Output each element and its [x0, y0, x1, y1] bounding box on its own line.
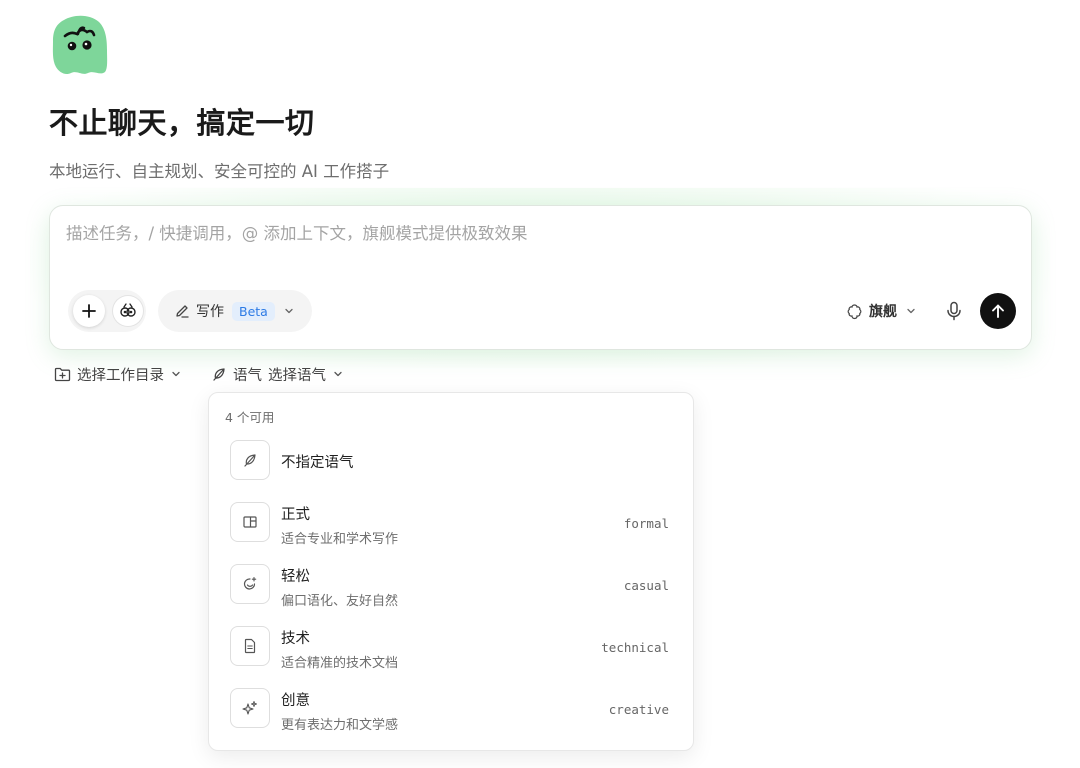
tone-option-title: 不指定语气: [281, 455, 354, 471]
task-input[interactable]: [66, 224, 1006, 243]
tone-option-description: 更有表达力和文学感: [281, 718, 399, 733]
flower-icon: [847, 303, 862, 319]
mode-selector[interactable]: 写作 Beta: [158, 290, 312, 332]
add-attachment-button[interactable]: [73, 295, 105, 327]
model-label: 旗舰: [869, 304, 897, 320]
tone-option-title: 正式: [281, 507, 310, 523]
tone-option-title: 技术: [281, 631, 310, 647]
workdir-label: 选择工作目录: [77, 367, 164, 384]
page-subtitle: 本地运行、自主规划、安全可控的 AI 工作搭子: [49, 162, 390, 181]
feather-icon: [230, 440, 270, 480]
document-icon: [230, 626, 270, 666]
tone-option-none[interactable]: 不指定语气: [209, 433, 695, 491]
layout-panel-icon: [230, 502, 270, 542]
composer-tools: [68, 290, 146, 332]
tone-selector[interactable]: 语气 选择语气: [211, 364, 343, 385]
arrow-up-icon: [992, 304, 1004, 318]
workdir-selector[interactable]: 选择工作目录: [54, 364, 181, 385]
tone-option-description: 偏口语化、友好自然: [281, 594, 399, 609]
tone-option-code: casual: [623, 578, 669, 593]
smile-sparkle-icon: [230, 564, 270, 604]
pen-icon: [176, 305, 189, 318]
voice-input-button[interactable]: [942, 299, 966, 323]
folder-plus-icon: [54, 367, 71, 381]
agent-button[interactable]: [113, 296, 143, 326]
sparkles-icon: [230, 688, 270, 728]
tone-prefix: 语气: [233, 367, 262, 384]
tone-option-code: formal: [623, 516, 669, 531]
microphone-icon: [947, 301, 961, 321]
tone-option-description: 适合精准的技术文档: [281, 656, 399, 671]
tone-option-code: creative: [608, 702, 669, 717]
model-selector[interactable]: 旗舰: [846, 300, 916, 322]
plus-icon: [82, 304, 96, 318]
tone-option-technical[interactable]: 技术 适合精准的技术文档 technical: [209, 619, 695, 677]
mode-label: 写作: [196, 304, 224, 320]
tone-option-creative[interactable]: 创意 更有表达力和文学感 creative: [209, 681, 695, 739]
tone-option-formal[interactable]: 正式 适合专业和学术写作 formal: [209, 495, 695, 553]
composer-options-bar: 选择工作目录 语气 选择语气: [54, 362, 343, 386]
tone-option-casual[interactable]: 轻松 偏口语化、友好自然 casual: [209, 557, 695, 615]
chevron-down-icon: [907, 308, 915, 314]
beta-badge: Beta: [232, 301, 275, 321]
tone-option-title: 轻松: [281, 569, 310, 585]
tone-option-code: technical: [601, 640, 669, 655]
task-composer: 写作 Beta 旗舰: [49, 205, 1032, 350]
tone-option-description: 适合专业和学术写作: [281, 532, 399, 547]
chevron-down-icon: [334, 371, 342, 377]
available-count: 4 个可用: [225, 410, 275, 425]
tone-option-title: 创意: [281, 693, 310, 709]
tone-label: 选择语气: [268, 367, 326, 384]
send-button[interactable]: [980, 293, 1016, 329]
chevron-down-icon: [285, 308, 293, 314]
agent-icon: [120, 303, 136, 317]
tone-dropdown-menu: 4 个可用 不指定语气 正式 适合专业和学术写作 formal 轻松 偏口语化、…: [208, 392, 694, 751]
chevron-down-icon: [172, 371, 180, 377]
feather-icon: [213, 368, 225, 381]
page-title: 不止聊天，搞定一切: [49, 106, 315, 140]
app-logo: [50, 14, 110, 76]
